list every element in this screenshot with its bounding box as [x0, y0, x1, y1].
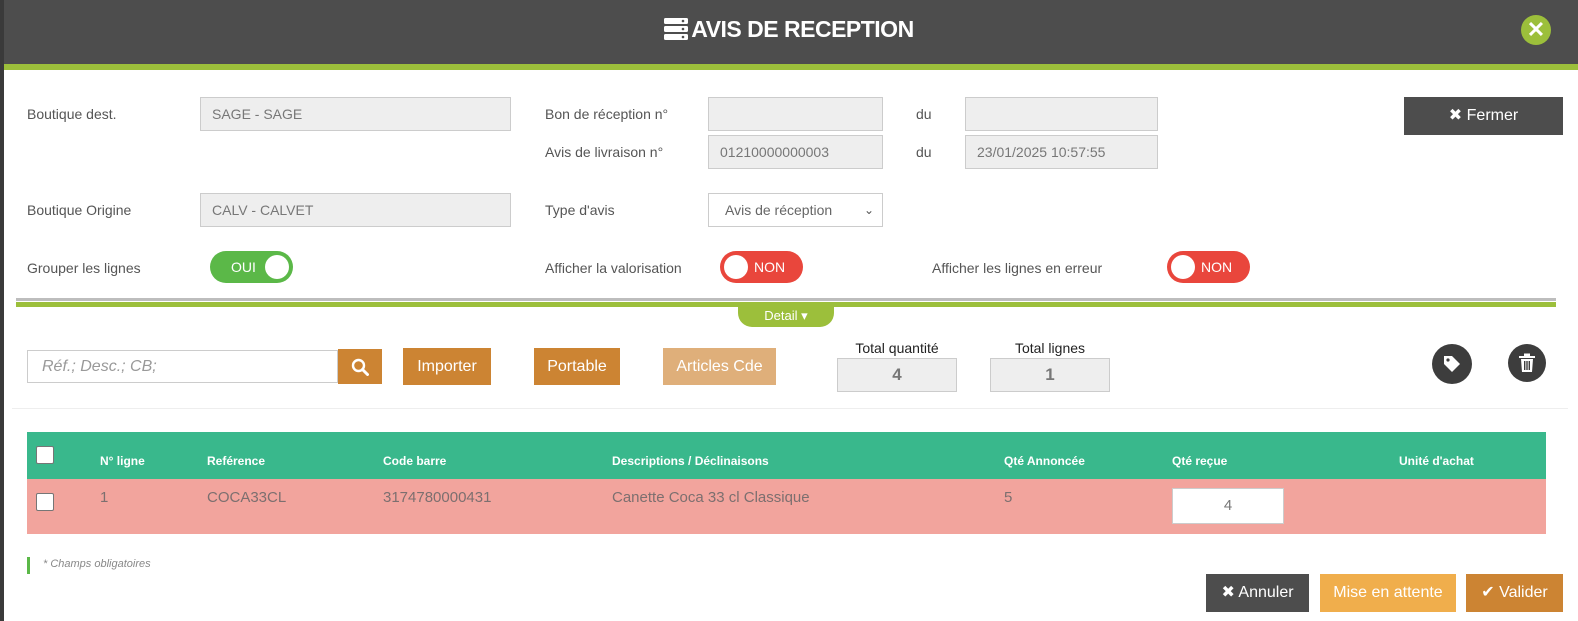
annuler-label: Annuler: [1238, 584, 1294, 601]
type-avis-label: Type d'avis: [545, 202, 615, 218]
valorisation-state: NON: [754, 259, 786, 275]
avis-livraison-du-label: du: [916, 144, 932, 160]
col-ligne: N° ligne: [100, 454, 145, 468]
col-description: Descriptions / Déclinaisons: [612, 454, 769, 468]
valider-label: Valider: [1499, 584, 1548, 601]
col-unite-achat: Unité d'achat: [1399, 454, 1474, 468]
search-input[interactable]: Réf.; Desc.; CB;: [27, 350, 338, 383]
total-lignes-field: 1: [990, 358, 1110, 392]
total-quantite-label: Total quantité: [855, 340, 939, 356]
toggle-knob: [724, 255, 748, 279]
total-quantite-field: 4: [837, 358, 957, 392]
toggle-knob: [265, 255, 289, 279]
section-divider: [16, 298, 1556, 301]
grouper-state: OUI: [231, 259, 256, 275]
cell-ligne: 1: [100, 489, 109, 506]
boutique-origine-field[interactable]: CALV - CALVET: [200, 193, 511, 227]
trash-icon: [1519, 353, 1535, 372]
tag-button[interactable]: [1432, 344, 1472, 384]
avis-livraison-label: Avis de livraison n°: [545, 144, 664, 160]
bon-reception-du-label: du: [916, 106, 932, 122]
select-all-checkbox[interactable]: [36, 446, 54, 464]
required-note: * Champs obligatoires: [43, 558, 151, 570]
type-avis-select[interactable]: Avis de réception ⌄: [708, 193, 883, 227]
articles-cde-button[interactable]: Articles Cde: [663, 348, 776, 385]
boutique-origine-label: Boutique Origine: [27, 202, 132, 218]
col-qte-annoncee: Qté Annoncée: [1004, 454, 1085, 468]
boutique-dest-label: Boutique dest.: [27, 106, 117, 122]
qte-recue-input[interactable]: 4: [1172, 488, 1284, 524]
row-checkbox[interactable]: [36, 493, 54, 511]
bon-reception-field[interactable]: [708, 97, 883, 131]
check-icon: ✔: [1481, 584, 1500, 601]
close-icon: ✖: [1221, 584, 1239, 601]
background-strip: [0, 0, 4, 621]
boutique-dest-field[interactable]: SAGE - SAGE: [200, 97, 511, 131]
fermer-button[interactable]: ✖ Fermer: [1404, 97, 1563, 135]
table-row[interactable]: [27, 479, 1546, 534]
modal-title: AVIS DE RECEPTION: [0, 16, 1578, 46]
detail-tab[interactable]: Detail ▾: [738, 307, 834, 327]
grouper-label: Grouper les lignes: [27, 260, 141, 276]
col-reference: Reférence: [207, 454, 266, 468]
annuler-button[interactable]: ✖ Annuler: [1206, 574, 1309, 612]
type-avis-value: Avis de réception: [725, 202, 833, 218]
cell-qte-annoncee: 5: [1004, 489, 1013, 506]
close-icon: ✖: [1448, 107, 1467, 124]
header-accent-bar: [4, 64, 1578, 70]
toolbar-divider: [12, 408, 1568, 409]
search-button[interactable]: [338, 349, 382, 384]
cell-code-barre: 3174780000431: [383, 489, 492, 506]
fermer-label: Fermer: [1466, 107, 1519, 124]
portable-button[interactable]: Portable: [534, 348, 620, 385]
server-icon: [664, 18, 689, 46]
cell-description: Canette Coca 33 cl Classique: [612, 489, 810, 506]
importer-button[interactable]: Importer: [403, 348, 491, 385]
cell-reference: COCA33CL: [207, 489, 287, 506]
total-lignes-label: Total lignes: [1014, 340, 1086, 356]
avis-livraison-field[interactable]: 01210000000003: [708, 135, 883, 169]
erreurs-state: NON: [1201, 259, 1233, 275]
toggle-knob: [1171, 255, 1195, 279]
valorisation-toggle[interactable]: NON: [720, 251, 803, 283]
col-qte-recue: Qté reçue: [1172, 454, 1228, 468]
tag-icon: [1444, 356, 1460, 372]
col-code-barre: Code barre: [383, 454, 447, 468]
valider-button[interactable]: ✔ Valider: [1466, 574, 1563, 612]
bon-reception-label: Bon de réception n°: [545, 106, 669, 122]
bon-reception-date-field[interactable]: [965, 97, 1158, 131]
valorisation-label: Afficher la valorisation: [545, 260, 682, 276]
search-icon: [351, 358, 369, 376]
erreurs-toggle[interactable]: NON: [1167, 251, 1250, 283]
delete-button[interactable]: [1508, 344, 1546, 382]
close-icon[interactable]: ✕: [1521, 15, 1551, 45]
caret-down-icon: ▾: [801, 308, 808, 323]
required-indicator: [27, 557, 30, 574]
erreurs-label: Afficher les lignes en erreur: [932, 260, 1103, 276]
avis-livraison-date-field[interactable]: 23/01/2025 10:57:55: [965, 135, 1158, 169]
detail-label: Detail: [764, 308, 798, 323]
modal-title-text: AVIS DE RECEPTION: [691, 16, 914, 42]
grouper-toggle[interactable]: OUI: [210, 251, 293, 283]
mise-en-attente-button[interactable]: Mise en attente: [1320, 574, 1456, 612]
chevron-down-icon: ⌄: [863, 203, 874, 217]
